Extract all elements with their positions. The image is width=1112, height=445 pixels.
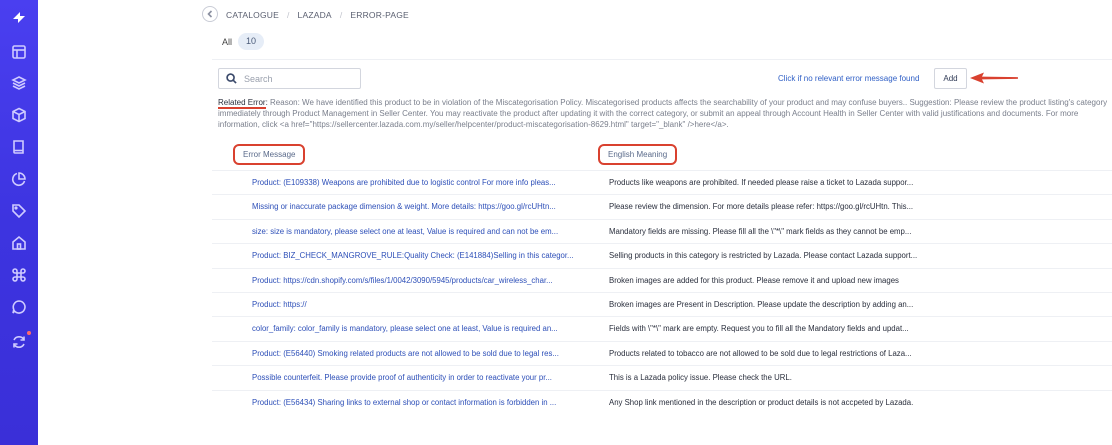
box-icon[interactable] (10, 106, 28, 124)
error-list-card: Click if no relevant error message found… (212, 59, 1112, 445)
english-meaning-cell: Fields with \"*\" mark are empty. Reques… (609, 324, 909, 334)
error-message-cell[interactable]: Product: BIZ_CHECK_MANGROVE_RULE:Quality… (252, 251, 594, 260)
main-panel: CATALOGUE / LAZADA / ERROR-PAGE All 10 C… (38, 0, 1112, 445)
sidebar (0, 0, 38, 445)
column-header-label: English Meaning (608, 150, 668, 159)
breadcrumb: CATALOGUE / LAZADA / ERROR-PAGE (226, 10, 409, 20)
error-table: Product: (E109338) Weapons are prohibite… (212, 170, 1112, 414)
pie-chart-icon[interactable] (10, 170, 28, 188)
english-meaning-cell: Products like weapons are prohibited. If… (609, 178, 914, 187)
filter-all-tab[interactable]: All (222, 37, 232, 47)
breadcrumb-separator: / (286, 10, 290, 20)
search-input[interactable] (244, 73, 354, 84)
chevron-left-icon (207, 10, 213, 18)
column-header-error-message: Error Message (233, 144, 306, 165)
related-error-text: Reason: We have identified this product … (218, 98, 1108, 129)
error-message-cell[interactable]: Product: (E56434) Sharing links to exter… (252, 398, 594, 407)
table-row[interactable]: Product: (E56440) Smoking related produc… (212, 340, 1112, 365)
error-message-cell[interactable]: Product: https:// (252, 300, 594, 309)
breadcrumb-separator: / (339, 10, 343, 20)
tag-icon[interactable] (10, 202, 28, 220)
breadcrumb-error-page: ERROR-PAGE (350, 10, 409, 20)
back-button[interactable] (202, 6, 218, 22)
sync-icon[interactable] (10, 333, 28, 351)
table-row[interactable]: Product: (E109338) Weapons are prohibite… (212, 170, 1112, 194)
layout-icon[interactable] (10, 43, 28, 61)
english-meaning-cell: Mandatory fields are missing. Please fil… (609, 226, 912, 236)
column-header-label: Error Message (243, 150, 296, 159)
english-meaning-cell: Any Shop link mentioned in the descripti… (609, 397, 914, 407)
error-message-cell[interactable]: Possible counterfeit. Please provide pro… (252, 373, 594, 382)
table-row[interactable]: Product: BIZ_CHECK_MANGROVE_RULE:Quality… (212, 243, 1112, 267)
no-error-hint: Click if no relevant error message found (778, 74, 920, 83)
error-message-cell[interactable]: Product: https://cdn.shopify.com/s/files… (252, 276, 594, 285)
add-button[interactable]: Add (934, 68, 967, 89)
error-message-cell[interactable]: color_family: color_family is mandatory,… (252, 324, 594, 333)
logo-icon[interactable] (10, 9, 28, 27)
error-message-cell[interactable]: Product: (E56440) Smoking related produc… (252, 349, 594, 358)
table-row[interactable]: Product: https:// Broken images are Prese… (212, 291, 1112, 316)
error-message-cell[interactable]: size: size is mandatory, please select o… (252, 227, 594, 236)
command-icon[interactable] (10, 266, 28, 284)
error-message-cell[interactable]: Product: (E109338) Weapons are prohibite… (252, 178, 594, 187)
home-icon[interactable] (10, 234, 28, 252)
english-meaning-cell: Broken images are added for this product… (609, 275, 899, 285)
table-row[interactable]: size: size is mandatory, please select o… (212, 218, 1112, 243)
breadcrumb-catalogue[interactable]: CATALOGUE (226, 10, 279, 20)
table-row[interactable]: Product: (E56434) Sharing links to exter… (212, 389, 1112, 414)
count-badge: 10 (238, 33, 264, 50)
app-window: CATALOGUE / LAZADA / ERROR-PAGE All 10 C… (0, 0, 1112, 445)
table-row[interactable]: Missing or inaccurate package dimension … (212, 194, 1112, 218)
book-icon[interactable] (10, 138, 28, 156)
column-header-english-meaning: English Meaning (598, 144, 678, 165)
search-box[interactable] (218, 68, 361, 89)
related-error: Related Error: Reason: We have identifie… (218, 97, 1108, 130)
english-meaning-cell: This is a Lazada policy issue. Please ch… (609, 373, 792, 383)
annotation-arrow-icon (970, 72, 1018, 84)
table-row[interactable]: Product: https://cdn.shopify.com/s/files… (212, 267, 1112, 292)
table-row[interactable]: Possible counterfeit. Please provide pro… (212, 365, 1112, 389)
layers-icon[interactable] (10, 74, 28, 92)
breadcrumb-lazada[interactable]: LAZADA (298, 10, 332, 20)
search-icon (226, 73, 237, 84)
annotation-underline (218, 107, 266, 109)
chat-icon[interactable] (10, 298, 28, 316)
english-meaning-cell: Selling products in this category is res… (609, 251, 918, 261)
table-row[interactable]: color_family: color_family is mandatory,… (212, 316, 1112, 340)
english-meaning-cell: Broken images are Present in Description… (609, 299, 914, 309)
notification-dot (27, 331, 31, 335)
english-meaning-cell: Please review the dimension. For more de… (609, 202, 914, 212)
error-message-cell[interactable]: Missing or inaccurate package dimension … (252, 202, 594, 211)
related-error-label: Related Error: (218, 98, 268, 107)
english-meaning-cell: Products related to tobacco are not allo… (609, 348, 912, 358)
